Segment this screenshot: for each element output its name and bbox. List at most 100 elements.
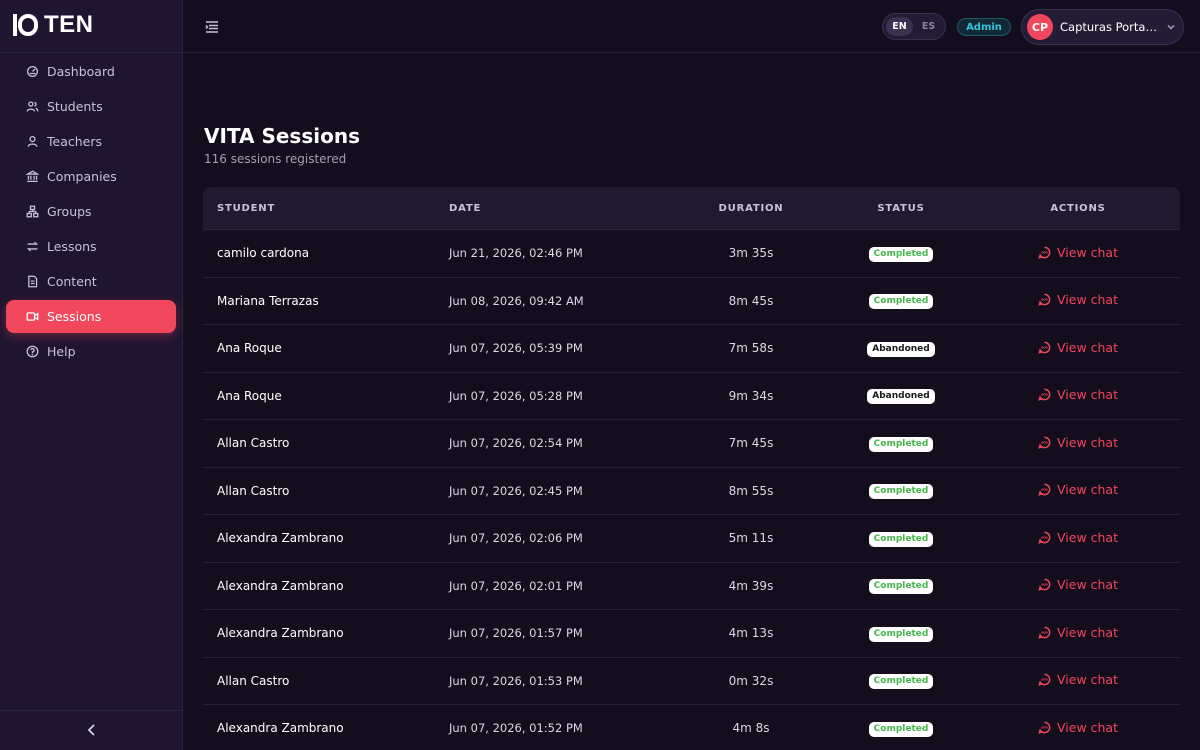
status-cell: Completed: [826, 530, 976, 547]
sidebar-item-label: Help: [47, 344, 76, 359]
view-chat-button[interactable]: View chat: [1038, 292, 1118, 307]
table-row: camilo cardona Jun 21, 2026, 02:46 PM 3m 3…: [203, 230, 1180, 278]
view-chat-label: View chat: [1057, 672, 1118, 688]
view-chat-button[interactable]: View chat: [1038, 577, 1118, 592]
student-name: Mariana Terrazas: [217, 293, 319, 308]
user-menu-button[interactable]: CP Capturas Portafolio: [1021, 9, 1184, 45]
chat-icon: [1038, 436, 1051, 449]
session-date: Jun 07, 2026, 02:54 PM: [449, 436, 583, 451]
table-row: Allan Castro Jun 07, 2026, 02:54 PM 7m 45s…: [203, 420, 1180, 468]
view-chat-button[interactable]: View chat: [1038, 387, 1118, 402]
table-row: Alexandra Zambrano Jun 07, 2026, 01:52 PM…: [203, 705, 1180, 750]
table-body: camilo cardona Jun 21, 2026, 02:46 PM 3m 3…: [203, 230, 1180, 750]
table-row: Alexandra Zambrano Jun 07, 2026, 02:01 PM…: [203, 563, 1180, 610]
sidebar-item-dashboard[interactable]: Dashboard: [6, 55, 176, 88]
chat-icon: [1038, 246, 1051, 259]
sidebar-item-lessons[interactable]: Lessons: [6, 230, 176, 263]
sidebar-item-groups[interactable]: Groups: [6, 195, 176, 228]
sidebar-item-label: Content: [47, 274, 97, 289]
chevron-left-icon: [87, 724, 95, 736]
actions-cell: View chat: [976, 577, 1180, 594]
view-chat-button[interactable]: View chat: [1038, 482, 1118, 497]
sidebar-item-label: Companies: [47, 169, 117, 184]
view-chat-label: View chat: [1057, 529, 1118, 545]
dashboard-icon: [26, 65, 39, 78]
sidebar-item-label: Sessions: [47, 309, 102, 324]
actions-cell: View chat: [976, 672, 1180, 689]
view-chat-label: View chat: [1057, 624, 1118, 640]
top-header: EN ES Admin CP Capturas Portafolio: [184, 0, 1200, 53]
language-switch: EN ES: [882, 13, 946, 40]
student-name: Alexandra Zambrano: [217, 721, 344, 736]
menu-icon: [205, 21, 218, 33]
session-duration: 7m 58s: [728, 341, 774, 356]
session-date: Jun 08, 2026, 09:42 AM: [449, 293, 584, 308]
lang-option-en[interactable]: EN: [886, 17, 913, 36]
status-badge: Completed: [868, 531, 934, 547]
student-name: Ana Roque: [217, 388, 282, 403]
sidebar-item-help[interactable]: Help: [6, 335, 176, 368]
document-icon: [26, 275, 39, 288]
status-cell: Completed: [826, 292, 976, 310]
actions-cell: View chat: [976, 340, 1180, 357]
chat-icon: [1038, 531, 1051, 544]
session-duration: 5m 11s: [728, 531, 774, 546]
table-row: Ana Roque Jun 07, 2026, 05:28 PM 9m 34s Aba…: [203, 373, 1180, 420]
table-header: STUDENT DATE DURATION STATUS ACTIONS: [203, 187, 1180, 230]
column-header-actions: ACTIONS: [1050, 202, 1106, 214]
actions-cell: View chat: [976, 245, 1180, 262]
view-chat-label: View chat: [1057, 577, 1118, 593]
menu-toggle-button[interactable]: [204, 19, 220, 35]
session-duration: 0m 32s: [728, 673, 774, 688]
student-name: Alexandra Zambrano: [217, 531, 344, 546]
view-chat-label: View chat: [1057, 434, 1118, 450]
sidebar-item-teachers[interactable]: Teachers: [6, 125, 176, 158]
lessons-icon: [26, 240, 39, 253]
status-cell: Completed: [826, 625, 976, 642]
sidebar-item-content[interactable]: Content: [6, 265, 176, 298]
collapse-sidebar-button[interactable]: [84, 722, 100, 738]
status-cell: Completed: [826, 720, 976, 737]
status-cell: Completed: [826, 245, 976, 262]
view-chat-button[interactable]: View chat: [1038, 625, 1118, 640]
view-chat-button[interactable]: View chat: [1038, 530, 1118, 545]
table-row: Allan Castro Jun 07, 2026, 01:53 PM 0m 32s…: [203, 658, 1180, 705]
session-duration: 4m 13s: [728, 626, 774, 641]
view-chat-button[interactable]: View chat: [1038, 340, 1118, 355]
sidebar-item-label: Lessons: [47, 239, 97, 254]
sidebar-item-companies[interactable]: Companies: [6, 160, 176, 193]
sidebar-item-sessions[interactable]: Sessions: [6, 300, 176, 333]
student-name: Allan Castro: [217, 483, 290, 498]
view-chat-button[interactable]: View chat: [1038, 435, 1118, 450]
actions-cell: View chat: [976, 387, 1180, 404]
session-duration: 3m 35s: [728, 246, 774, 261]
chat-icon: [1038, 341, 1051, 354]
column-header-status: STATUS: [877, 202, 925, 214]
page-subtitle: 116 sessions registered: [204, 152, 347, 166]
sidebar-item-students[interactable]: Students: [6, 90, 176, 123]
status-badge: Completed: [868, 294, 934, 310]
sidebar-item-label: Groups: [47, 204, 92, 219]
status-badge: Completed: [868, 626, 934, 642]
chevron-down-icon: [1166, 22, 1176, 32]
column-header-date: DATE: [449, 202, 482, 214]
student-name: Allan Castro: [217, 673, 290, 688]
student-name: camilo cardona: [217, 246, 310, 261]
view-chat-button[interactable]: View chat: [1038, 245, 1118, 260]
table-row: Alexandra Zambrano Jun 07, 2026, 01:57 PM…: [203, 610, 1180, 658]
lang-option-es[interactable]: ES: [915, 17, 942, 36]
role-badge: Admin: [957, 18, 1011, 36]
chat-icon: [1038, 388, 1051, 401]
view-chat-button[interactable]: View chat: [1038, 672, 1118, 687]
status-badge: Abandoned: [867, 341, 935, 357]
column-header-duration: DURATION: [718, 202, 784, 214]
session-duration: 8m 45s: [728, 293, 774, 308]
page-title: VITA Sessions: [204, 124, 360, 148]
brand-logo[interactable]: TEN: [13, 11, 94, 38]
view-chat-label: View chat: [1057, 387, 1118, 403]
sidebar: TEN Dashboard Students Teachers Companies Gr…: [0, 0, 183, 750]
sidebar-nav: Dashboard Students Teachers Companies Groups…: [6, 55, 176, 370]
view-chat-button[interactable]: View chat: [1038, 720, 1118, 735]
sessions-table: STUDENT DATE DURATION STATUS ACTIONS cam…: [203, 187, 1180, 750]
help-icon: [26, 345, 39, 358]
